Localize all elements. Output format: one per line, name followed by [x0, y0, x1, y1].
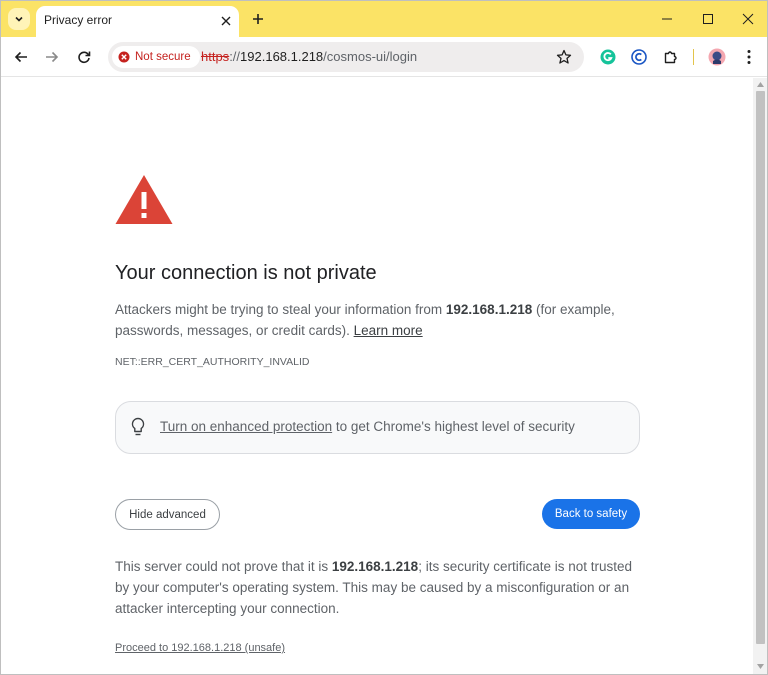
- browser-window: Privacy error Not secure https://192.168…: [0, 0, 768, 675]
- details-paragraph: This server could not prove that it is 1…: [115, 556, 635, 619]
- proceed-unsafe-link[interactable]: Proceed to 192.168.1.218 (unsafe): [115, 642, 285, 654]
- copyright-extension-icon: [631, 49, 647, 65]
- reload-icon: [78, 51, 91, 64]
- reload-button[interactable]: [72, 45, 96, 69]
- close-icon: [221, 16, 231, 26]
- caret-down-icon: [757, 664, 764, 669]
- url-scheme: https: [201, 49, 230, 64]
- enhanced-protection-link[interactable]: Turn on enhanced protection: [160, 419, 332, 434]
- tab-title: Privacy error: [44, 13, 113, 27]
- kebab-menu-icon: [747, 50, 751, 64]
- maximize-button[interactable]: [696, 7, 720, 31]
- security-chip-label: Not secure: [135, 51, 191, 63]
- page-title: Your connection is not private: [115, 262, 377, 284]
- forward-button[interactable]: [40, 45, 64, 69]
- enhanced-protection-rest: to get Chrome's highest level of securit…: [332, 419, 575, 434]
- tab-search-button[interactable]: [8, 8, 30, 30]
- copyright-extension-button[interactable]: [628, 46, 650, 68]
- maximize-icon: [703, 14, 713, 24]
- close-icon: [742, 13, 754, 25]
- address-bar[interactable]: Not secure https://192.168.1.218/cosmos-…: [108, 42, 584, 72]
- security-chip[interactable]: Not secure: [112, 46, 200, 68]
- tab-search-icon: [15, 16, 23, 22]
- bookmark-button[interactable]: [554, 47, 574, 67]
- toolbar-separator: [693, 49, 694, 65]
- url-separator: ://: [229, 49, 241, 64]
- error-code: NET::ERR_CERT_AUTHORITY_INVALID: [115, 356, 310, 368]
- hide-advanced-button[interactable]: Hide advanced: [115, 499, 220, 530]
- tab-strip: Privacy error: [1, 1, 767, 37]
- warning-triangle-icon: [115, 175, 173, 224]
- caret-up-icon: [757, 82, 764, 87]
- scrollbar-thumb[interactable]: [756, 91, 765, 644]
- tab-privacy-error[interactable]: Privacy error: [36, 6, 239, 37]
- vertical-scrollbar[interactable]: [753, 78, 767, 674]
- url-path: /cosmos-ui/login: [323, 49, 418, 64]
- minimize-button[interactable]: [655, 7, 679, 31]
- grammarly-extension-button[interactable]: [597, 46, 619, 68]
- back-arrow-icon: [14, 51, 27, 63]
- minimize-icon: [662, 18, 672, 20]
- lightbulb-icon: [131, 417, 145, 436]
- tab-close-button[interactable]: [218, 13, 234, 29]
- profile-avatar-icon: [708, 48, 726, 66]
- intro-host: 192.168.1.218: [445, 302, 533, 317]
- puzzle-icon: [664, 51, 677, 64]
- back-to-safety-button[interactable]: Back to safety: [542, 499, 640, 529]
- details-text-before: This server could not prove that it is: [115, 559, 332, 574]
- learn-more-link[interactable]: Learn more: [354, 323, 423, 338]
- plus-icon: [253, 14, 263, 24]
- scroll-down-button[interactable]: [756, 662, 765, 671]
- star-icon: [556, 49, 572, 64]
- back-button[interactable]: [9, 45, 33, 69]
- scroll-up-button[interactable]: [756, 80, 765, 89]
- intro-paragraph: Attackers might be trying to steal your …: [115, 299, 635, 341]
- toolbar: Not secure https://192.168.1.218/cosmos-…: [1, 37, 767, 77]
- page-content: Your connection is not private Attackers…: [1, 78, 753, 674]
- browser-menu-button[interactable]: [738, 46, 760, 68]
- close-window-button[interactable]: [736, 7, 760, 31]
- not-secure-icon: [118, 51, 130, 63]
- url-text[interactable]: https://192.168.1.218/cosmos-ui/login: [201, 49, 417, 64]
- grammarly-icon: [600, 49, 616, 65]
- enhanced-protection-box: Turn on enhanced protection to get Chrom…: [115, 401, 640, 454]
- extensions-button[interactable]: [660, 46, 682, 68]
- intro-text-before: Attackers might be trying to steal your …: [115, 302, 446, 317]
- new-tab-button[interactable]: [248, 9, 268, 29]
- details-host: 192.168.1.218: [331, 559, 419, 574]
- profile-button[interactable]: [706, 46, 728, 68]
- url-host: 192.168.1.218: [240, 49, 324, 64]
- enhanced-protection-text: Turn on enhanced protection to get Chrom…: [160, 419, 575, 434]
- forward-arrow-icon: [46, 51, 59, 63]
